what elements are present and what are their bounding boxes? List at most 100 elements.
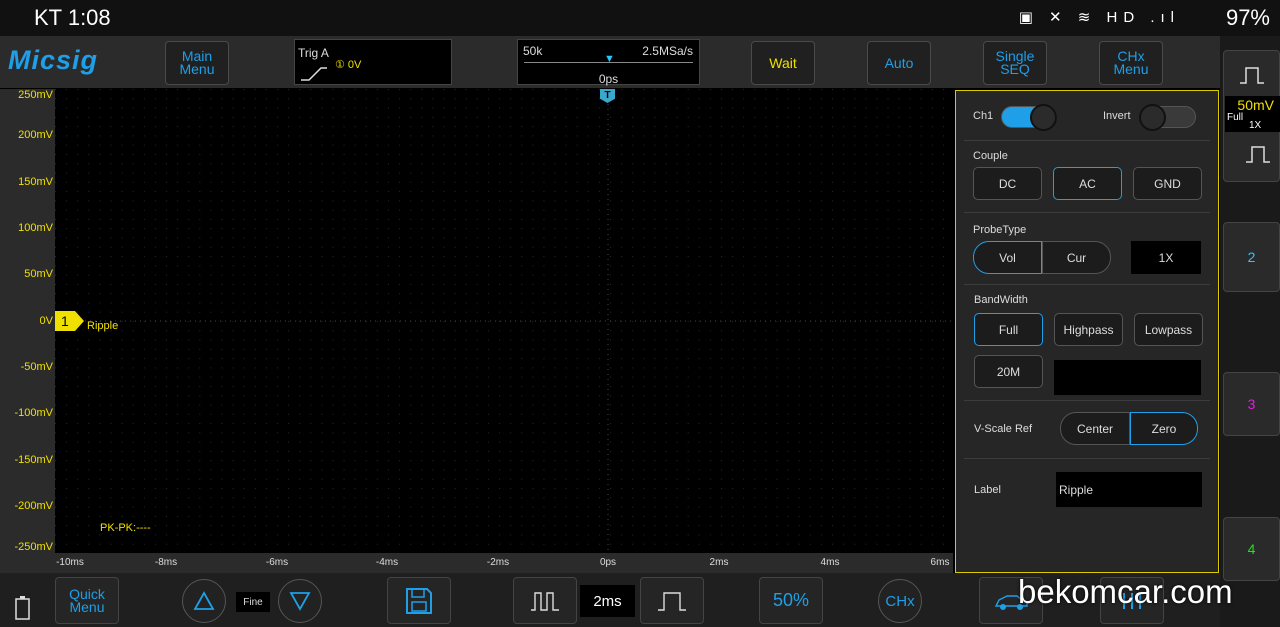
vscale-zero-button[interactable]: Zero bbox=[1130, 412, 1198, 445]
micsig-logo: Micsig bbox=[8, 45, 99, 75]
ch1-scale-display[interactable]: 50mV Full 1X bbox=[1225, 96, 1280, 132]
ch1-probe-factor: 1X bbox=[1249, 120, 1262, 131]
x-tick-label: 6ms bbox=[930, 557, 950, 568]
toggle-knob bbox=[1139, 104, 1166, 131]
ch1-volts-per-div: 50mV bbox=[1237, 97, 1274, 113]
ch2-button[interactable]: 2 bbox=[1223, 222, 1280, 292]
probe-cur-button[interactable]: Cur bbox=[1042, 241, 1111, 274]
battery-level: 97% bbox=[1225, 5, 1270, 30]
y-tick-label: 0V bbox=[39, 315, 53, 327]
timebase-increase-button[interactable] bbox=[640, 577, 704, 624]
compressed-wave-icon bbox=[531, 591, 559, 611]
couple-dc-button[interactable]: DC bbox=[973, 167, 1042, 200]
waveform-display[interactable] bbox=[55, 89, 953, 553]
y-tick-label: -200mV bbox=[14, 500, 53, 512]
toggle-knob bbox=[1030, 104, 1057, 131]
memory-depth: 50k bbox=[523, 44, 543, 58]
bandwidth-row: BandWidth Full Highpass Lowpass 20M bbox=[964, 285, 1210, 401]
probe-vol-button[interactable]: Vol bbox=[973, 241, 1042, 274]
ch4-button[interactable]: 4 bbox=[1223, 517, 1280, 581]
bw-20m-button[interactable]: 20M bbox=[974, 355, 1043, 388]
scale-down-button[interactable] bbox=[278, 579, 322, 623]
trigger-50-percent-button[interactable]: 50% bbox=[759, 577, 823, 624]
y-tick-label: -50mV bbox=[20, 361, 53, 373]
y-tick-label: 100mV bbox=[18, 222, 53, 234]
y-tick-label: -250mV bbox=[14, 541, 53, 553]
x-tick-label: 0ps bbox=[599, 557, 617, 568]
chx-menu-button[interactable]: CHx Menu bbox=[1099, 41, 1163, 85]
ch2-label: 2 bbox=[1247, 249, 1256, 265]
square-wave-icon bbox=[1239, 67, 1264, 84]
ch1-offset-marker[interactable]: 1 bbox=[55, 311, 85, 331]
fine-toggle[interactable]: Fine bbox=[236, 592, 270, 612]
bw-lowpass-button[interactable]: Lowpass bbox=[1134, 313, 1203, 346]
probe-type-row: ProbeType Vol Cur 1X bbox=[964, 213, 1210, 285]
single-seq-button[interactable]: Single SEQ bbox=[983, 41, 1047, 85]
label-row: Label Ripple bbox=[964, 459, 1210, 519]
ch3-label: 3 bbox=[1247, 396, 1256, 412]
trigger-position-icon: ▼ bbox=[604, 53, 615, 65]
y-tick-label: 200mV bbox=[18, 129, 53, 141]
x-tick-label: -4ms bbox=[375, 557, 399, 568]
ch3-button[interactable]: 3 bbox=[1223, 372, 1280, 436]
graticule bbox=[55, 89, 953, 553]
vscale-center-button[interactable]: Center bbox=[1060, 412, 1130, 445]
svg-text:1: 1 bbox=[61, 313, 69, 329]
invert-toggle-label: Invert bbox=[1103, 110, 1131, 122]
save-icon bbox=[406, 587, 432, 614]
timebase-decrease-button[interactable] bbox=[513, 577, 577, 624]
channel-settings-panel: Ch1 Invert Couple DC AC GND ProbeType Vo… bbox=[955, 90, 1219, 573]
ch1-toggle[interactable] bbox=[1001, 104, 1057, 131]
y-tick-label: 50mV bbox=[24, 268, 53, 280]
top-toolbar: Micsig Main Menu Trig A ① 0V 50k 2.5MSa/… bbox=[0, 36, 1220, 88]
main-menu-button[interactable]: Main Menu bbox=[165, 41, 229, 85]
auto-button[interactable]: Auto bbox=[867, 41, 931, 85]
x-tick-label: -6ms bbox=[265, 557, 289, 568]
x-tick-label: -2ms bbox=[486, 557, 510, 568]
x-tick-label: 2ms bbox=[709, 557, 729, 568]
y-tick-label: 150mV bbox=[18, 176, 53, 188]
x-tick-label: 4ms bbox=[820, 557, 840, 568]
time-axis: -10ms -8ms -6ms -4ms -2ms 0ps 2ms 4ms 6m… bbox=[0, 553, 953, 573]
square-wave-icon bbox=[1246, 146, 1270, 163]
save-button[interactable] bbox=[387, 577, 451, 624]
vscale-ref-title: V-Scale Ref bbox=[974, 423, 1033, 435]
timebase-status[interactable]: 50k 2.5MSa/s ▼ 0ps bbox=[517, 39, 700, 86]
bandwidth-title: BandWidth bbox=[974, 294, 1028, 306]
pk-pk-measurement[interactable]: PK-PK:---- bbox=[100, 522, 151, 534]
couple-ac-button[interactable]: AC bbox=[1053, 167, 1122, 200]
sample-rate: 2.5MSa/s bbox=[642, 44, 693, 58]
ch1-bandwidth: Full bbox=[1227, 112, 1244, 123]
bw-highpass-button[interactable]: Highpass bbox=[1054, 313, 1123, 346]
vscale-ref-row: V-Scale Ref Center Zero bbox=[964, 401, 1210, 459]
couple-title: Couple bbox=[973, 150, 1008, 162]
triangle-down-icon bbox=[289, 592, 311, 611]
trigger-status[interactable]: Trig A ① 0V bbox=[294, 39, 452, 85]
x-tick-label: -8ms bbox=[154, 557, 178, 568]
timebase-value[interactable]: 2ms bbox=[580, 585, 635, 617]
run-status-button[interactable]: Wait bbox=[751, 41, 815, 85]
chx-button[interactable]: CHx bbox=[878, 579, 922, 623]
bw-value-field[interactable] bbox=[1054, 360, 1201, 395]
bw-full-button[interactable]: Full bbox=[974, 313, 1043, 346]
scale-up-button[interactable] bbox=[182, 579, 226, 623]
trigger-label: Trig A bbox=[298, 46, 329, 60]
ch1-label: Ripple bbox=[87, 320, 119, 332]
label-input[interactable]: Ripple bbox=[1056, 472, 1202, 507]
horizontal-position: 0ps bbox=[598, 72, 619, 86]
status-bar: KT 1:08 ▣ ✕ ≋ HD .ıl 97% bbox=[0, 0, 1280, 36]
y-tick-label: -100mV bbox=[14, 407, 53, 419]
status-icons: ▣ ✕ ≋ HD .ıl bbox=[1018, 9, 1180, 26]
couple-gnd-button[interactable]: GND bbox=[1133, 167, 1202, 200]
quick-menu-button[interactable]: Quick Menu bbox=[55, 577, 119, 624]
probe-factor-field[interactable]: 1X bbox=[1131, 241, 1201, 274]
invert-toggle[interactable] bbox=[1139, 104, 1196, 131]
ch1-toggle-label: Ch1 bbox=[973, 110, 994, 122]
expanded-wave-icon bbox=[658, 591, 686, 611]
y-tick-label: -150mV bbox=[14, 454, 53, 466]
triangle-up-icon bbox=[193, 591, 215, 610]
y-tick-label: 250mV bbox=[18, 89, 53, 101]
couple-row: Couple DC AC GND bbox=[964, 141, 1210, 213]
vertical-axis: 250mV 200mV 150mV 100mV 50mV 0V -50mV -1… bbox=[0, 89, 55, 553]
x-tick-label: -10ms bbox=[56, 557, 84, 568]
